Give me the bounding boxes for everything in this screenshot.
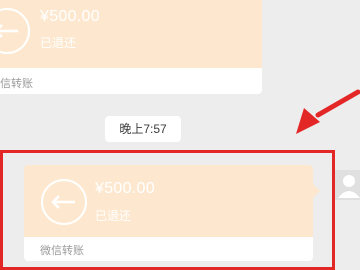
annotation-arrow-icon bbox=[296, 89, 360, 134]
